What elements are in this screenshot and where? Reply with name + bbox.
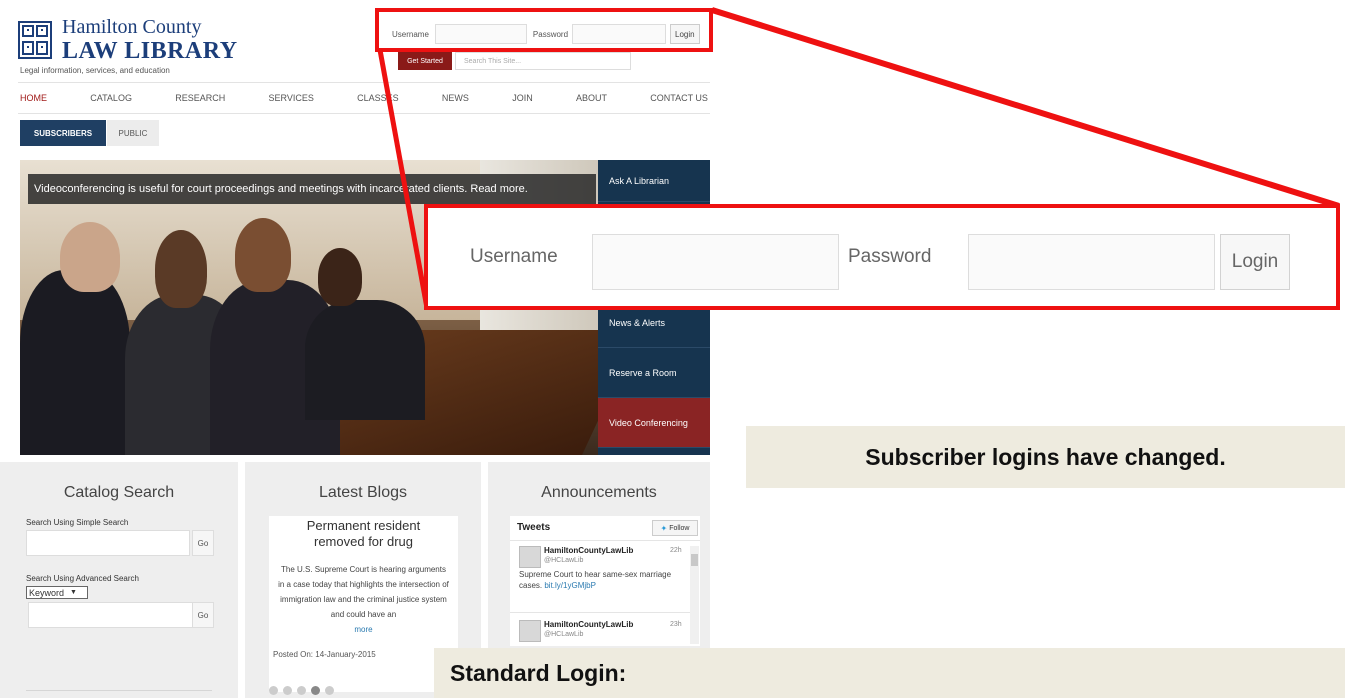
tweet-time: 22h (670, 547, 682, 554)
zoom-username-input[interactable] (592, 234, 839, 290)
simple-search-label: Search Using Simple Search (26, 518, 129, 527)
catalog-title: Catalog Search (63, 484, 175, 501)
catalog-divider (26, 690, 212, 691)
carousel-dot[interactable] (325, 686, 334, 695)
tweet-author[interactable]: HamiltonCountyLawLib (544, 620, 633, 629)
catalog-search-panel: Catalog Search Search Using Simple Searc… (0, 462, 238, 698)
blogs-title: Latest Blogs (318, 484, 408, 501)
tweet-handle[interactable]: @HCLawLib (544, 631, 583, 638)
tweet-divider (510, 612, 690, 613)
tweets-divider (510, 540, 700, 541)
chevron-down-icon: ▼ (70, 589, 77, 596)
advanced-search-label: Search Using Advanced Search (26, 574, 139, 583)
tweets-scrollbar[interactable] (690, 546, 699, 644)
announcements-title: Announcements (541, 484, 657, 501)
tweet-author[interactable]: HamiltonCountyLawLib (544, 546, 633, 555)
advanced-search-go[interactable]: Go (192, 602, 214, 628)
carousel-dot[interactable] (269, 686, 278, 695)
carousel-dot[interactable] (297, 686, 306, 695)
blog-card[interactable]: Permanent resident removed for drug The … (269, 516, 458, 692)
twitter-bird-icon: ✦ (660, 523, 668, 533)
standard-login-notice: Standard Login: (434, 648, 1345, 698)
zoom-password-label: Password (848, 246, 932, 267)
blog-headline[interactable]: Permanent resident removed for drug (269, 516, 458, 550)
twitter-widget: Tweets ✦ Follow HamiltonCountyLawLib 22h… (510, 516, 700, 646)
tweets-heading: Tweets (517, 522, 551, 533)
tweet-time: 23h (670, 621, 682, 628)
zoom-username-label: Username (470, 246, 558, 267)
tweet-avatar[interactable] (519, 546, 541, 568)
advanced-select-value: Keyword (29, 587, 65, 598)
zoom-login-button[interactable]: Login (1220, 234, 1290, 290)
advanced-search-select[interactable]: Keyword ▼ (26, 586, 88, 599)
carousel-dot[interactable] (283, 686, 292, 695)
tweet-link[interactable]: bit.ly/1yGMjbP (544, 581, 596, 590)
follow-label: Follow (669, 524, 690, 532)
logins-changed-notice: Subscriber logins have changed. (746, 426, 1345, 488)
blog-excerpt: The U.S. Supreme Court is hearing argume… (278, 565, 449, 619)
simple-search-go[interactable]: Go (192, 530, 214, 556)
zoom-password-input[interactable] (968, 234, 1215, 290)
advanced-search-input[interactable] (28, 602, 193, 628)
blog-posted-date: Posted On: 14-January-2015 (273, 650, 376, 659)
scrollbar-thumb[interactable] (691, 554, 698, 566)
blog-more-link[interactable]: more (269, 622, 458, 637)
blog-carousel-dots (269, 682, 339, 700)
tweet-text: Supreme Court to hear same-sex marriage … (519, 569, 679, 591)
carousel-dot[interactable] (311, 686, 320, 695)
tweet-handle[interactable]: @HCLawLib (544, 557, 583, 564)
simple-search-input[interactable] (26, 530, 190, 556)
zoomed-login-callout: Username Password Login (424, 204, 1340, 310)
tweet-avatar[interactable] (519, 620, 541, 642)
follow-button[interactable]: ✦ Follow (652, 520, 698, 536)
